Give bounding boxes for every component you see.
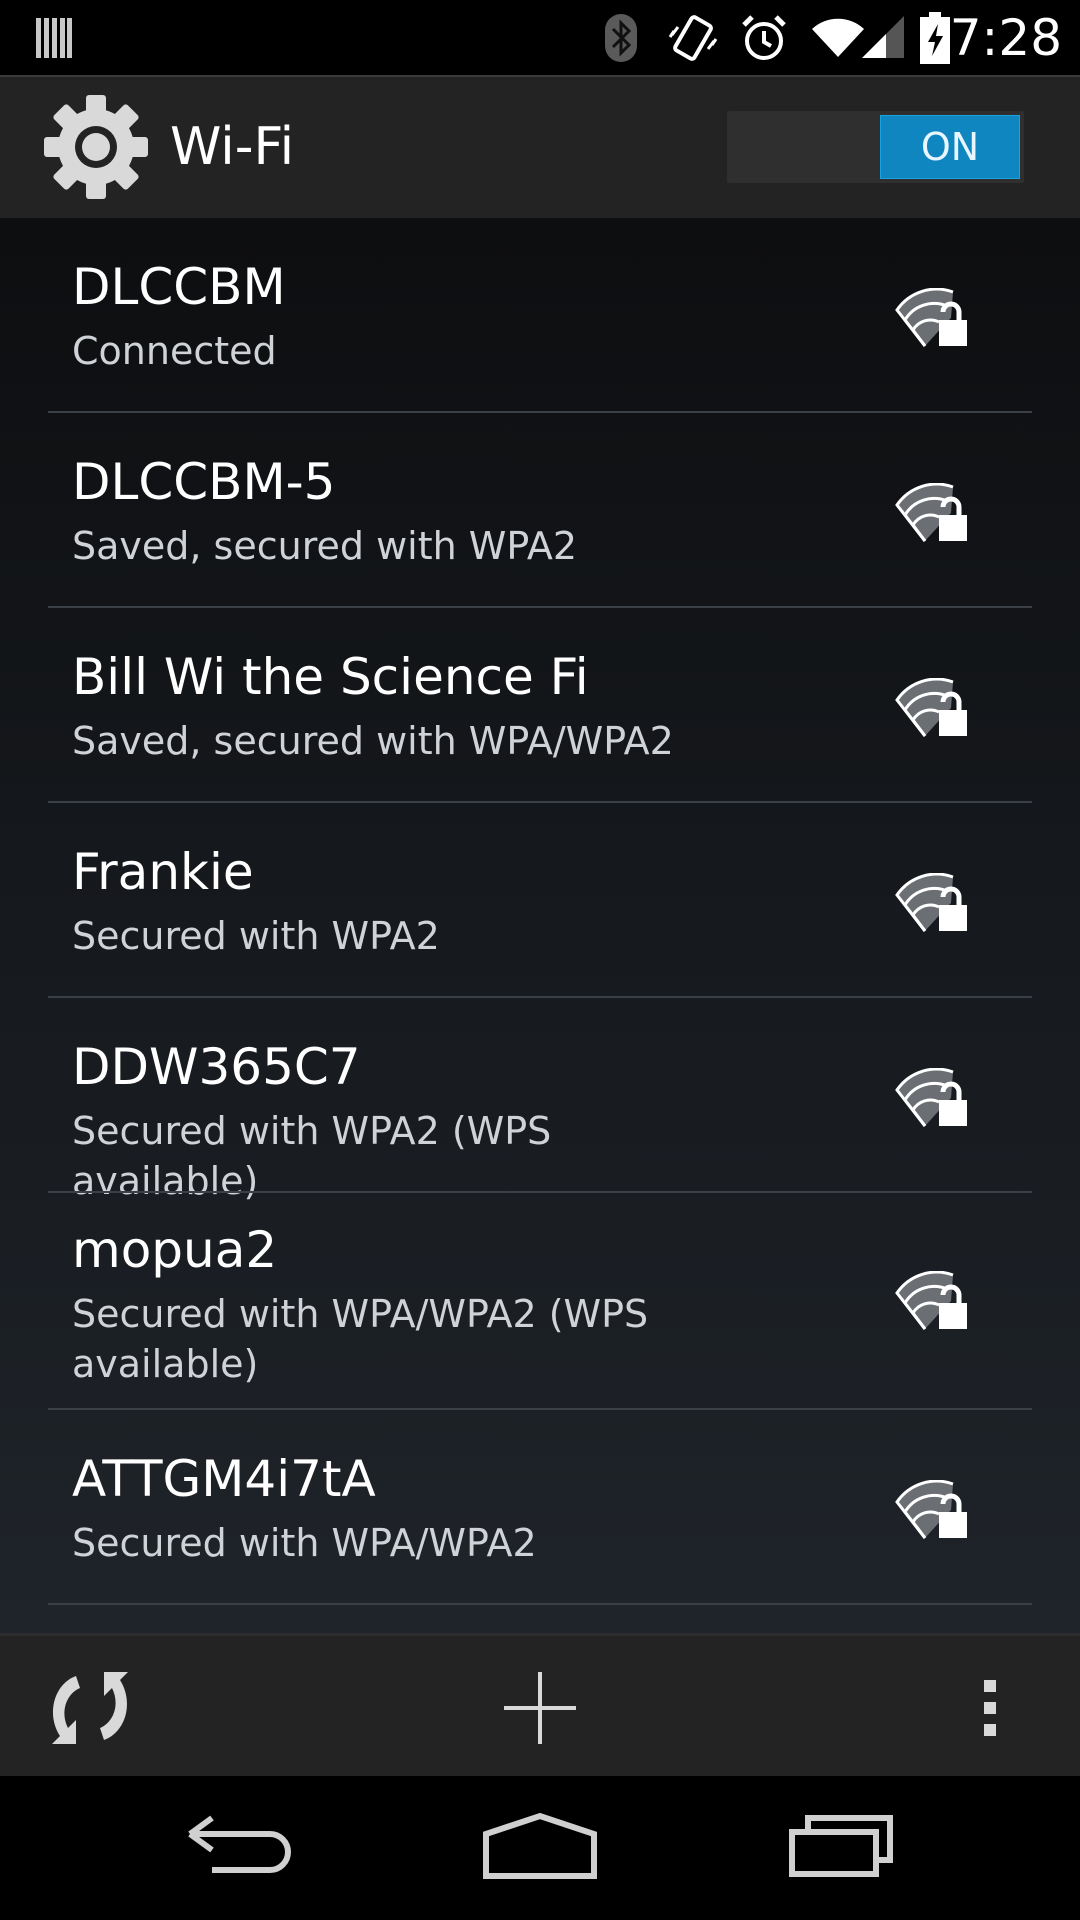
page-title: Wi-Fi <box>170 117 295 177</box>
wifi-toggle[interactable]: ON <box>727 111 1024 183</box>
network-status: Secured with WPA2 <box>72 914 440 958</box>
network-item[interactable]: DLCCBM Connected <box>0 218 1080 411</box>
vibrate-icon <box>668 0 718 75</box>
network-ssid: DLCCBM-5 <box>72 453 336 511</box>
wps-button[interactable] <box>40 1658 140 1758</box>
network-status: Secured with WPA/WPA2 <box>72 1521 537 1565</box>
list-divider <box>48 1603 1032 1605</box>
notification-icon <box>36 0 72 75</box>
network-status: Connected <box>72 329 277 373</box>
wifi-locked-icon <box>895 1479 975 1540</box>
recents-icon <box>789 1815 893 1877</box>
network-status: Saved, secured with WPA2 <box>72 524 578 568</box>
add-icon <box>504 1672 576 1744</box>
action-bar: Wi-Fi ON <box>0 75 1080 218</box>
navigation-bar <box>0 1776 1080 1920</box>
bluetooth-icon <box>604 0 638 75</box>
network-item[interactable]: Bill Wi the Science Fi Saved, secured wi… <box>0 608 1080 801</box>
network-ssid: Bill Wi the Science Fi <box>72 648 589 706</box>
status-bar: 7:28 <box>0 0 1080 75</box>
recents-button[interactable] <box>780 1808 900 1888</box>
wifi-locked-icon <box>895 482 975 543</box>
network-status: Secured with WPA/WPA2 (WPS available) <box>72 1292 649 1386</box>
home-icon <box>483 1812 597 1879</box>
cell-signal-icon <box>860 0 906 75</box>
alarm-icon <box>740 0 788 75</box>
network-item[interactable]: mopua2 Secured with WPA/WPA2 (WPS availa… <box>0 1193 1080 1408</box>
network-ssid: Frankie <box>72 843 254 901</box>
overflow-menu-icon <box>984 1680 996 1736</box>
add-network-button[interactable] <box>490 1658 590 1758</box>
wifi-locked-icon <box>895 1270 975 1331</box>
settings-gear-icon[interactable] <box>40 89 152 209</box>
overflow-menu-button[interactable] <box>960 1658 1020 1758</box>
wifi-toggle-label: ON <box>880 115 1020 179</box>
network-item[interactable]: DDW365C7 Secured with WPA2 (WPS availabl… <box>0 998 1080 1203</box>
network-item[interactable]: ATTGM4i7tA Secured with WPA/WPA2 <box>0 1410 1080 1603</box>
back-button[interactable] <box>180 1808 300 1888</box>
battery-charging-icon <box>920 0 950 75</box>
wifi-signal-icon <box>812 0 864 75</box>
network-list: DLCCBM Connected DLCCBM-5 Saved, secured… <box>0 218 1080 1633</box>
wifi-locked-icon <box>895 287 975 348</box>
network-ssid: ATTGM4i7tA <box>72 1450 376 1508</box>
network-status: Saved, secured with WPA/WPA2 <box>72 719 674 763</box>
home-button[interactable] <box>480 1808 600 1888</box>
network-ssid: DDW365C7 <box>72 1038 361 1096</box>
network-item[interactable]: DLCCBM-5 Saved, secured with WPA2 <box>0 413 1080 606</box>
screen: 7:28 Wi-Fi ON DLCCBM Connected DLCCBM-5 … <box>0 0 1080 1920</box>
status-time: 7:28 <box>949 9 1062 67</box>
back-icon <box>188 1815 291 1873</box>
network-ssid: DLCCBM <box>72 258 286 316</box>
wifi-locked-icon <box>895 872 975 933</box>
bottom-action-bar <box>0 1633 1080 1776</box>
wifi-locked-icon <box>895 1067 975 1128</box>
wifi-locked-icon <box>895 677 975 738</box>
network-ssid: mopua2 <box>72 1221 278 1279</box>
network-item[interactable]: Frankie Secured with WPA2 <box>0 803 1080 996</box>
wps-icon <box>52 1672 128 1744</box>
